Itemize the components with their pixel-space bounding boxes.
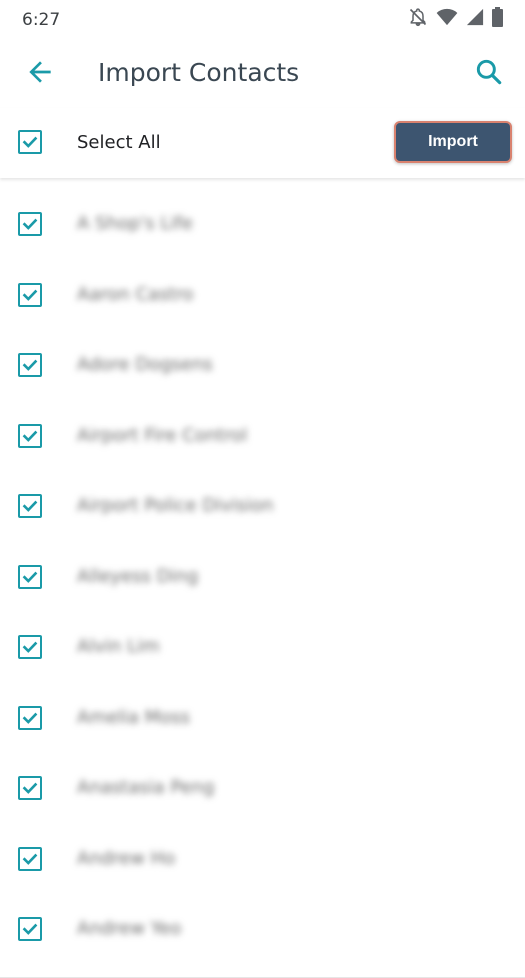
contact-list: A Shop's Life Aaron Castro Adore Dogsens… — [0, 178, 525, 978]
check-icon — [22, 359, 38, 371]
contact-row[interactable]: Andrew Ho — [0, 813, 525, 883]
select-all-checkbox[interactable] — [18, 130, 42, 154]
contact-checkbox[interactable] — [18, 635, 42, 659]
page-title: Import Contacts — [98, 58, 300, 87]
contact-name: Adore Dogsens — [77, 354, 213, 375]
check-icon — [22, 923, 38, 935]
check-icon — [22, 782, 38, 794]
contact-checkbox[interactable] — [18, 564, 42, 589]
contact-row[interactable]: Alleyess Ding — [0, 531, 525, 601]
check-icon — [22, 571, 38, 583]
contact-name: Alvin Lim — [77, 636, 160, 657]
contact-row[interactable]: Airport Fire Control — [0, 390, 525, 460]
arrow-back-icon[interactable] — [24, 56, 56, 88]
contact-checkbox[interactable] — [18, 494, 42, 518]
contact-row[interactable]: Amelia Moss — [0, 672, 525, 742]
contact-checkbox[interactable] — [18, 212, 42, 236]
status-icons — [408, 6, 503, 32]
check-icon — [22, 289, 38, 301]
check-icon — [22, 853, 38, 865]
check-icon — [22, 430, 38, 442]
battery-icon — [492, 6, 503, 32]
app-bar: Import Contacts — [0, 38, 525, 108]
notifications-off-icon — [408, 7, 428, 32]
contact-row[interactable]: Adore Dogsens — [0, 319, 525, 389]
contact-name: Aaron Castro — [77, 283, 194, 305]
contact-row[interactable]: Aaron Castro — [0, 249, 525, 319]
contact-name: Airport Police Division — [77, 495, 274, 516]
contact-name: Alleyess Ding — [77, 565, 199, 587]
select-all-bar: Select All Import — [0, 108, 525, 178]
import-button[interactable]: Import — [394, 121, 512, 163]
contact-row[interactable]: A Shop's Life — [0, 178, 525, 248]
check-icon — [22, 500, 38, 512]
status-time: 6:27 — [22, 10, 61, 30]
contact-checkbox[interactable] — [18, 282, 42, 307]
contact-name: Andrew Yeo — [77, 918, 182, 939]
contact-checkbox[interactable] — [18, 776, 42, 800]
search-icon[interactable] — [473, 56, 505, 88]
check-icon — [22, 218, 38, 230]
contact-checkbox[interactable] — [18, 846, 42, 871]
contact-name: A Shop's Life — [77, 213, 193, 234]
contact-row[interactable]: Airport Police Division — [0, 460, 525, 530]
select-all-label: Select All — [77, 132, 161, 153]
contact-name: Anastasia Peng — [77, 777, 215, 798]
contact-checkbox[interactable] — [18, 423, 42, 448]
contact-row[interactable]: Anastasia Peng — [0, 742, 525, 812]
contact-name: Amelia Moss — [77, 706, 190, 728]
check-icon — [22, 136, 38, 148]
contact-checkbox[interactable] — [18, 353, 42, 377]
contact-row[interactable]: Andrew Yeo — [0, 883, 525, 953]
contact-checkbox[interactable] — [18, 917, 42, 941]
contact-checkbox[interactable] — [18, 705, 42, 730]
contact-name: Airport Fire Control — [77, 424, 248, 446]
status-bar: 6:27 — [0, 0, 525, 38]
signal-icon — [466, 8, 484, 31]
check-icon — [22, 641, 38, 653]
contact-row[interactable]: Alvin Lim — [0, 601, 525, 671]
check-icon — [22, 712, 38, 724]
wifi-icon — [436, 8, 458, 31]
contact-name: Andrew Ho — [77, 847, 176, 869]
